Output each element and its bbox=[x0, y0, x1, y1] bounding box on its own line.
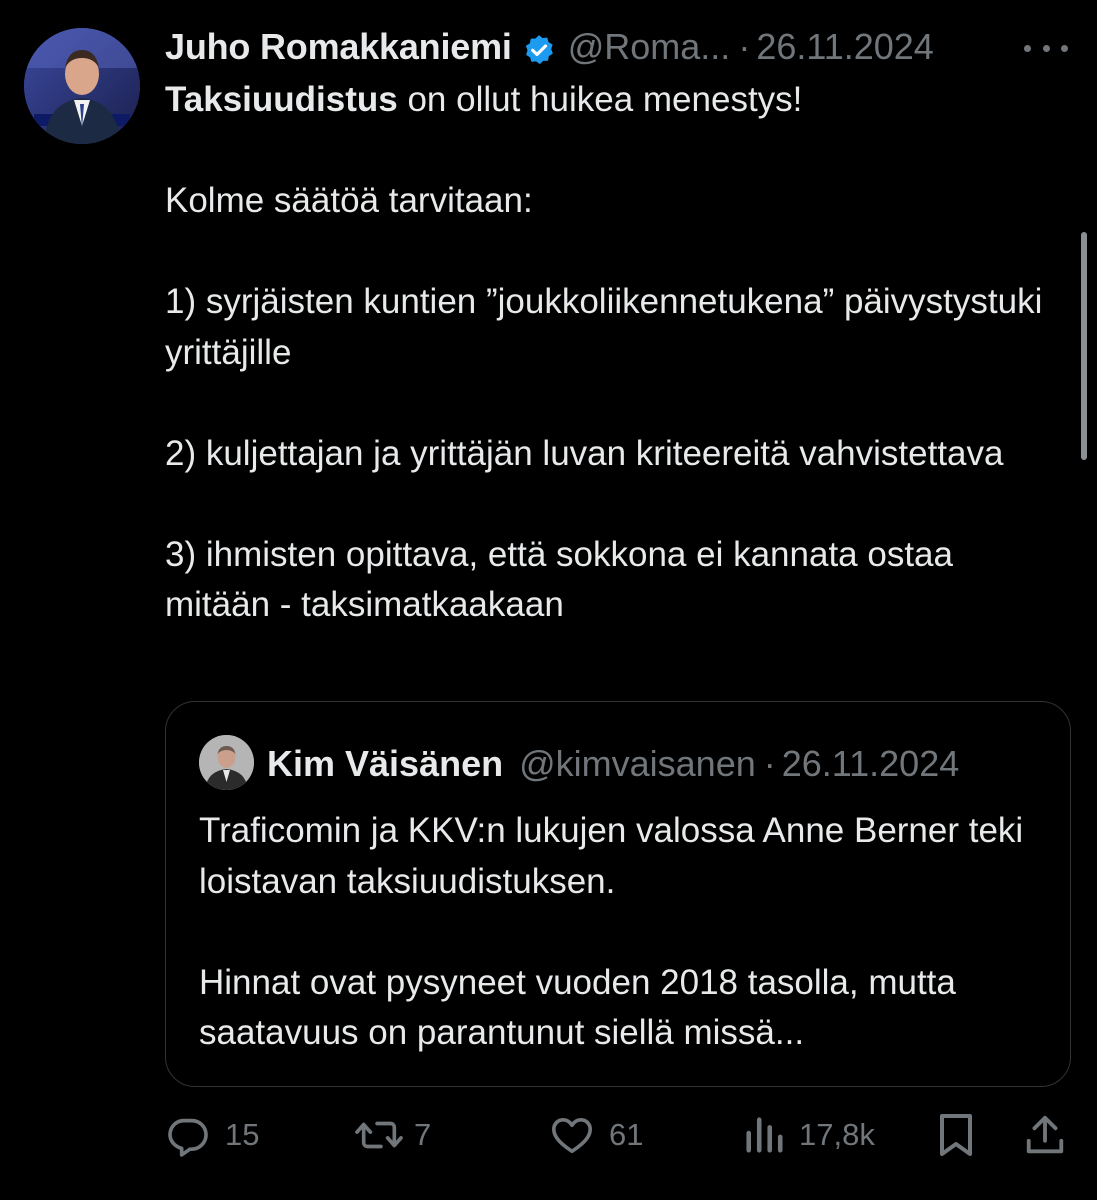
tweet-point-2: 2) kuljettajan ja yrittäjän luvan kritee… bbox=[165, 433, 1004, 473]
views-icon bbox=[743, 1112, 785, 1158]
reply-count: 15 bbox=[225, 1117, 260, 1152]
tweet-header: Juho Romakkaniemi @Roma... · 26.11.2024 bbox=[165, 22, 934, 72]
quoted-tweet[interactable]: Kim Väisänen @kimvaisanen · 26.11.2024 T… bbox=[165, 701, 1071, 1087]
share-icon bbox=[1022, 1111, 1068, 1159]
tweet-point-1: 1) syrjäisten kuntien ”joukkoliikennetuk… bbox=[165, 282, 1043, 372]
author-name[interactable]: Juho Romakkaniemi bbox=[165, 22, 512, 72]
more-dots-icon[interactable] bbox=[1024, 36, 1068, 60]
quoted-author-name[interactable]: Kim Väisänen bbox=[267, 743, 503, 785]
quoted-author-handle[interactable]: @kimvaisanen bbox=[519, 743, 756, 785]
reply-button[interactable]: 15 bbox=[165, 1105, 259, 1165]
scrollbar[interactable] bbox=[1081, 232, 1087, 460]
tweet-intro: Taksiuudistus on ollut huikea menestys! bbox=[165, 75, 1045, 126]
author-avatar[interactable] bbox=[24, 28, 140, 144]
quoted-text: Traficomin ja KKV:n lukujen valossa Anne… bbox=[199, 806, 1049, 1059]
quoted-date[interactable]: 26.11.2024 bbox=[782, 743, 960, 785]
intro-bold: Taksiuudistus bbox=[165, 80, 398, 119]
quoted-paragraph-1: Traficomin ja KKV:n lukujen valossa Anne… bbox=[199, 811, 1024, 901]
views-count: 17,8k bbox=[799, 1117, 875, 1152]
repost-button[interactable]: 7 bbox=[354, 1105, 431, 1165]
verified-badge-icon bbox=[522, 30, 556, 65]
quoted-paragraph-2: Hinnat ovat pysyneet vuoden 2018 tasolla… bbox=[199, 962, 956, 1053]
quoted-author-avatar[interactable] bbox=[199, 735, 254, 790]
tweet-point-3: 3) ihmisten opittava, että sokkona ei ka… bbox=[165, 534, 953, 625]
tweet-lead: Kolme säätöä tarvitaan: bbox=[165, 181, 533, 220]
header-separator: · bbox=[738, 26, 751, 67]
views-button[interactable]: 17,8k bbox=[743, 1105, 875, 1165]
action-bar: 15 7 61 17,8k bbox=[0, 1105, 1097, 1165]
intro-rest: on ollut huikea menestys! bbox=[397, 80, 803, 119]
repost-count: 7 bbox=[414, 1117, 432, 1152]
quoted-separator: · bbox=[763, 743, 776, 784]
bookmark-icon bbox=[934, 1111, 978, 1159]
reply-icon bbox=[165, 1112, 211, 1158]
tweet-text: Taksiuudistus on ollut huikea menestys! … bbox=[165, 75, 1045, 631]
author-handle[interactable]: @Roma... bbox=[568, 22, 731, 72]
like-count: 61 bbox=[609, 1117, 644, 1152]
tweet: Juho Romakkaniemi @Roma... · 26.11.2024 … bbox=[0, 0, 1097, 1200]
quoted-header: Kim Väisänen @kimvaisanen · 26.11.2024 bbox=[267, 739, 959, 789]
heart-icon bbox=[549, 1112, 595, 1158]
share-button[interactable] bbox=[1022, 1105, 1068, 1165]
bookmark-button[interactable] bbox=[934, 1105, 978, 1165]
repost-icon bbox=[354, 1112, 404, 1158]
tweet-date[interactable]: 26.11.2024 bbox=[756, 22, 934, 72]
like-button[interactable]: 61 bbox=[549, 1105, 643, 1165]
